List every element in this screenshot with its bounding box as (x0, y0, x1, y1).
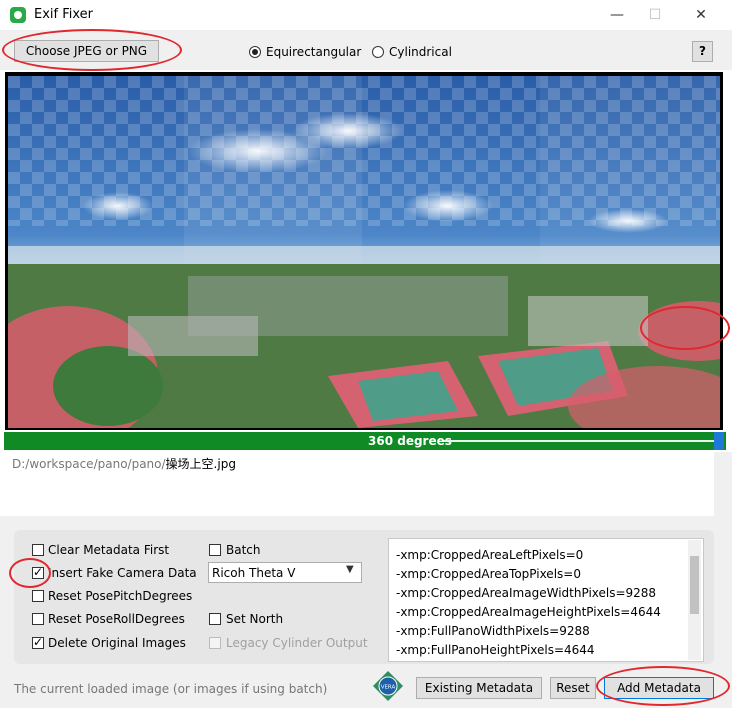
delete-originals-checkbox[interactable] (32, 635, 44, 649)
metadata-line: -xmp:CroppedAreaLeftPixels=0 (396, 548, 584, 562)
add-metadata-button[interactable]: Add Metadata (604, 677, 714, 699)
metadata-line: -xmp:CroppedAreaTopPixels=0 (396, 567, 581, 581)
insert-fake-camera-label: Insert Fake Camera Data (48, 566, 197, 580)
metadata-line: -xmp:CroppedAreaImageHeightPixels=4644 (396, 605, 661, 619)
window-title: Exif Fixer (34, 7, 94, 22)
equirectangular-label: Equirectangular (266, 45, 362, 59)
batch-checkbox[interactable] (209, 544, 221, 556)
vera-logo: VERA (372, 670, 404, 702)
cylindrical-radio[interactable] (372, 46, 384, 58)
path-scrollbar[interactable] (714, 452, 732, 516)
metadata-line: -xmp:FullPanoWidthPixels=9288 (396, 624, 590, 638)
batch-label: Batch (226, 543, 261, 557)
maximize-button[interactable]: ☐ (632, 0, 678, 30)
clear-metadata-checkbox[interactable] (32, 544, 44, 556)
insert-fake-camera-checkbox[interactable] (32, 565, 44, 579)
set-north-checkbox[interactable] (209, 613, 221, 625)
choose-file-button[interactable]: Choose JPEG or PNG (14, 40, 159, 62)
reset-pitch-checkbox[interactable] (32, 590, 44, 602)
file-name: 操场上空.jpg (165, 457, 236, 471)
metadata-scroll-thumb[interactable] (690, 556, 699, 614)
app-icon (10, 7, 26, 23)
close-button[interactable]: ✕ (678, 0, 724, 30)
reset-pitch-label: Reset PosePitchDegrees (48, 589, 193, 603)
file-path-prefix: D:/workspace/pano/pano/ (12, 457, 166, 471)
help-button[interactable]: ? (692, 41, 713, 62)
delete-originals-label: Delete Original Images (48, 636, 186, 650)
existing-metadata-button[interactable]: Existing Metadata (416, 677, 542, 699)
reset-button[interactable]: Reset (550, 677, 596, 699)
chevron-down-icon: ▼ (346, 564, 354, 575)
file-path: D:/workspace/pano/pano/操场上空.jpg (12, 455, 236, 472)
status-text: The current loaded image (or images if u… (14, 682, 328, 696)
camera-model-value: Ricoh Theta V (212, 566, 296, 580)
metadata-line: -xmp:FullPanoHeightPixels=4644 (396, 643, 595, 657)
fov-slider-handle[interactable] (714, 432, 724, 450)
panorama-image (8, 76, 720, 428)
legacy-cylinder-checkbox[interactable] (209, 637, 221, 649)
svg-text:VERA: VERA (381, 685, 396, 691)
reset-roll-label: Reset PoseRollDegrees (48, 612, 185, 626)
metadata-line: -xmp:CroppedAreaImageWidthPixels=9288 (396, 586, 657, 600)
fov-slider-label: 360 degrees (368, 434, 452, 448)
clear-metadata-label: Clear Metadata First (48, 543, 170, 557)
legacy-cylinder-label: Legacy Cylinder Output (226, 636, 368, 650)
cylindrical-label: Cylindrical (389, 45, 452, 59)
set-north-label: Set North (226, 612, 284, 626)
fov-slider-line (444, 440, 714, 442)
equirectangular-radio[interactable] (249, 46, 261, 58)
reset-roll-checkbox[interactable] (32, 613, 44, 625)
